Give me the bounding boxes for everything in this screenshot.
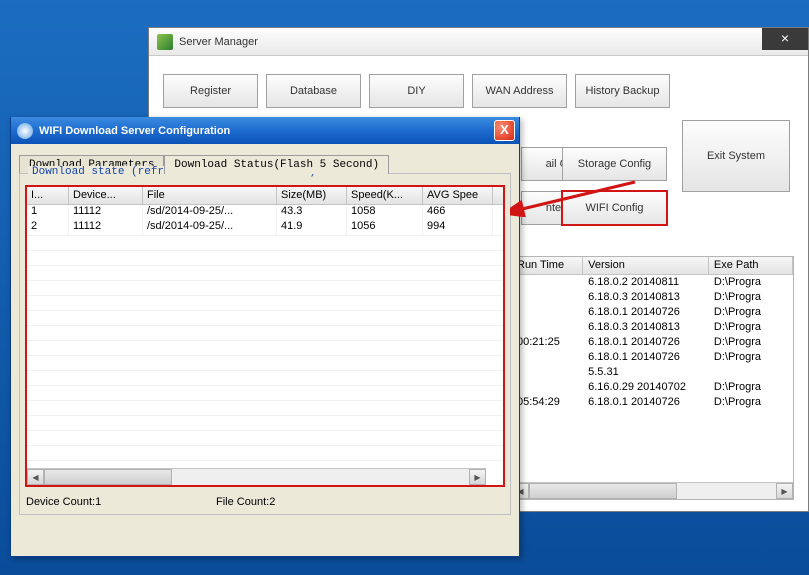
cell: 41.9 xyxy=(277,220,347,235)
cell: 43.3 xyxy=(277,205,347,220)
download-grid: I... Device... File Size(MB) Speed(K... … xyxy=(26,186,504,486)
wifi-download-dialog: WIFI Download Server Configuration X Dow… xyxy=(10,117,520,557)
cell xyxy=(512,350,583,365)
tab-download-status[interactable]: Download Status(Flash 5 Second) xyxy=(164,155,389,174)
grid-header-row: I... Device... File Size(MB) Speed(K... … xyxy=(27,187,503,205)
history-backup-button[interactable]: History Backup xyxy=(575,74,670,108)
col-version[interactable]: Version xyxy=(583,257,709,274)
grid-row[interactable]: 211112/sd/2014-09-25/...41.91056994 xyxy=(27,220,503,235)
cell: 6.18.0.2 20140811 xyxy=(583,275,709,290)
scroll-track[interactable] xyxy=(529,483,776,499)
table-row[interactable]: 6.18.0.1 20140726D:\Progra xyxy=(512,305,793,320)
wifi-body: Download Parameters Download Status(Flas… xyxy=(11,144,519,521)
file-count: File Count:2 xyxy=(216,496,275,508)
server-manager-titlebar[interactable]: Server Manager × xyxy=(149,28,808,56)
scroll-left-icon[interactable]: ◀ xyxy=(27,469,44,485)
cell: 6.18.0.3 20140813 xyxy=(583,320,709,335)
col-file[interactable]: File xyxy=(143,187,277,204)
wifi-config-button[interactable]: WIFI Config xyxy=(562,191,667,225)
col-run-time[interactable]: Run Time xyxy=(512,257,583,274)
col-index[interactable]: I... xyxy=(27,187,69,204)
diy-button[interactable]: DIY xyxy=(369,74,464,108)
cell: 6.18.0.3 20140813 xyxy=(583,290,709,305)
scroll-right-icon[interactable]: ▶ xyxy=(469,469,486,485)
horizontal-scrollbar[interactable]: ◀ ▶ xyxy=(512,482,793,499)
cell: D:\Progra xyxy=(709,335,793,350)
cell: D:\Progra xyxy=(709,395,793,410)
server-manager-body: Register Database DIY WAN Address Histor… xyxy=(149,56,808,126)
cell xyxy=(512,320,583,335)
cell: D:\Progra xyxy=(709,275,793,290)
wifi-icon xyxy=(17,123,33,139)
cell: D:\Progra xyxy=(709,290,793,305)
exit-system-button[interactable]: Exit System xyxy=(682,120,790,192)
table-header-row: Run Time Version Exe Path xyxy=(512,257,793,275)
cell xyxy=(512,275,583,290)
col-avg-speed[interactable]: AVG Spee xyxy=(423,187,493,204)
table-row[interactable]: 05:54:296.18.0.1 20140726D:\Progra xyxy=(512,395,793,410)
scroll-thumb[interactable] xyxy=(44,469,172,485)
server-manager-table: Run Time Version Exe Path 6.18.0.2 20140… xyxy=(511,256,794,500)
cell: 6.18.0.1 20140726 xyxy=(583,335,709,350)
scroll-right-icon[interactable]: ▶ xyxy=(776,483,793,499)
cell: 2 xyxy=(27,220,69,235)
cell: /sd/2014-09-25/... xyxy=(143,205,277,220)
cell: 1 xyxy=(27,205,69,220)
close-button[interactable]: X xyxy=(494,120,515,141)
server-icon xyxy=(157,34,173,50)
cell: 6.16.0.29 20140702 xyxy=(583,380,709,395)
col-device[interactable]: Device... xyxy=(69,187,143,204)
table-row[interactable]: 6.16.0.29 20140702D:\Progra xyxy=(512,380,793,395)
cell: 05:54:29 xyxy=(512,395,583,410)
cell: 11112 xyxy=(69,205,143,220)
grid-horizontal-scrollbar[interactable]: ◀ ▶ xyxy=(27,468,486,485)
cell: 6.18.0.1 20140726 xyxy=(583,305,709,320)
table-body: 6.18.0.2 20140811D:\Progra6.18.0.3 20140… xyxy=(512,275,793,410)
cell: D:\Progra xyxy=(709,350,793,365)
wifi-title: WIFI Download Server Configuration xyxy=(39,125,230,137)
cell: /sd/2014-09-25/... xyxy=(143,220,277,235)
table-row[interactable]: 6.18.0.1 20140726D:\Progra xyxy=(512,350,793,365)
grid-row[interactable]: 111112/sd/2014-09-25/...43.31058466 xyxy=(27,205,503,220)
col-exe-path[interactable]: Exe Path xyxy=(709,257,793,274)
scroll-thumb[interactable] xyxy=(529,483,677,499)
cell: D:\Progra xyxy=(709,380,793,395)
storage-config-button[interactable]: Storage Config xyxy=(562,147,667,181)
cell: 466 xyxy=(423,205,493,220)
wifi-titlebar[interactable]: WIFI Download Server Configuration X xyxy=(11,117,519,144)
cell: 00:21:25 xyxy=(512,335,583,350)
scroll-track[interactable] xyxy=(44,469,469,485)
col-size[interactable]: Size(MB) xyxy=(277,187,347,204)
cell xyxy=(512,290,583,305)
cell: 1058 xyxy=(347,205,423,220)
cell xyxy=(512,305,583,320)
database-button[interactable]: Database xyxy=(266,74,361,108)
wan-address-button[interactable]: WAN Address xyxy=(472,74,567,108)
cell: 11112 xyxy=(69,220,143,235)
table-row[interactable]: 6.18.0.3 20140813D:\Progra xyxy=(512,290,793,305)
cell: D:\Progra xyxy=(709,320,793,335)
table-row[interactable]: 5.5.31 xyxy=(512,365,793,380)
count-row: Device Count:1 File Count:2 xyxy=(26,496,504,508)
cell xyxy=(709,365,793,380)
download-state-fieldset: Download state (refresh interval 5 secon… xyxy=(19,173,511,515)
cell: 994 xyxy=(423,220,493,235)
cell: 1056 xyxy=(347,220,423,235)
table-row[interactable]: 00:21:256.18.0.1 20140726D:\Progra xyxy=(512,335,793,350)
cell xyxy=(512,380,583,395)
cell: 6.18.0.1 20140726 xyxy=(583,350,709,365)
cell: D:\Progra xyxy=(709,305,793,320)
register-button[interactable]: Register xyxy=(163,74,258,108)
cell xyxy=(512,365,583,380)
device-count: Device Count:1 xyxy=(26,496,216,508)
cell: 6.18.0.1 20140726 xyxy=(583,395,709,410)
table-row[interactable]: 6.18.0.3 20140813D:\Progra xyxy=(512,320,793,335)
col-speed[interactable]: Speed(K... xyxy=(347,187,423,204)
server-manager-title: Server Manager xyxy=(179,36,258,48)
close-button[interactable]: × xyxy=(762,28,808,50)
cell: 5.5.31 xyxy=(583,365,709,380)
table-row[interactable]: 6.18.0.2 20140811D:\Progra xyxy=(512,275,793,290)
grid-body: 111112/sd/2014-09-25/...43.3105846621111… xyxy=(27,205,503,235)
